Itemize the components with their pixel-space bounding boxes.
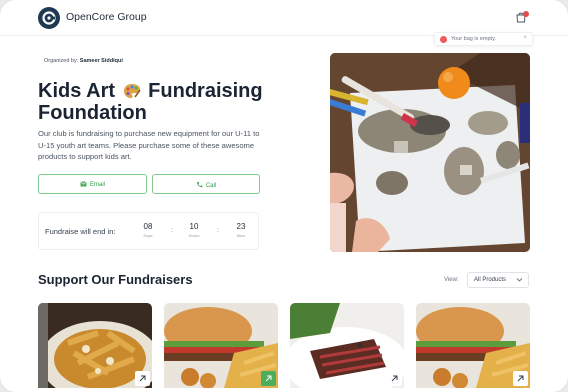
timer-mins: 23 Mins bbox=[229, 219, 253, 244]
bag-notification-dot bbox=[523, 11, 529, 17]
timer-separator: : bbox=[217, 227, 219, 234]
email-button[interactable]: Email bbox=[38, 174, 147, 194]
call-button[interactable]: Call bbox=[152, 174, 260, 194]
open-product-button[interactable] bbox=[261, 371, 276, 386]
fundraiser-description: Our club is fundraising to purchase new … bbox=[38, 129, 260, 161]
page-title: Kids Art Fundraising Foundation bbox=[38, 80, 298, 124]
timer-hours: 10 Hours bbox=[182, 219, 206, 244]
view-filter-select[interactable]: All Products bbox=[467, 272, 529, 288]
timer-days: 08 Days bbox=[136, 219, 160, 244]
timer-separator: : bbox=[171, 227, 173, 234]
close-icon[interactable]: × bbox=[523, 35, 527, 41]
mail-icon bbox=[80, 181, 87, 187]
timer-hours-label: Hours bbox=[188, 233, 200, 238]
arrow-up-right-icon bbox=[391, 375, 398, 382]
empty-bag-toast: Your bag is empty. × bbox=[434, 32, 533, 46]
timer-days-value: 08 bbox=[143, 222, 153, 231]
timer-days-label: Days bbox=[143, 233, 153, 238]
toast-message: Your bag is empty. bbox=[451, 36, 496, 42]
hero-image-painted-rocks bbox=[330, 53, 530, 252]
open-product-button[interactable] bbox=[513, 371, 528, 386]
timer-hours-value: 10 bbox=[189, 222, 199, 231]
timer-mins-value: 23 bbox=[236, 222, 246, 231]
section-title: Support Our Fundraisers bbox=[38, 272, 193, 287]
organizer-line: Organized by: Sameer Siddiqui bbox=[44, 58, 123, 64]
product-card[interactable] bbox=[164, 303, 278, 388]
email-label: Email bbox=[89, 182, 105, 188]
timer-label: Fundraise will end in: bbox=[45, 227, 116, 236]
product-card[interactable] bbox=[38, 303, 152, 388]
title-part-1: Kids Art bbox=[38, 80, 116, 102]
organizer-name: Sameer Siddiqui bbox=[79, 58, 123, 64]
open-product-button[interactable] bbox=[135, 371, 150, 386]
artist-palette-icon bbox=[123, 82, 141, 98]
product-card[interactable] bbox=[416, 303, 530, 388]
countdown-timer: Fundraise will end in: 08 Days : 10 Hour… bbox=[38, 212, 259, 250]
alert-icon bbox=[440, 36, 447, 43]
timer-mins-label: Mins bbox=[236, 233, 246, 238]
brand-name[interactable]: OpenCore Group bbox=[66, 11, 147, 23]
view-select-value: All Products bbox=[474, 277, 507, 283]
call-label: Call bbox=[205, 183, 217, 189]
organizer-prefix: Organized by: bbox=[44, 58, 79, 64]
opencore-logo-icon[interactable] bbox=[38, 7, 60, 29]
app-window: OpenCore Group Your bag is empty. × Orga… bbox=[0, 0, 568, 392]
arrow-up-right-icon bbox=[517, 375, 524, 382]
top-nav: OpenCore Group bbox=[0, 0, 568, 36]
arrow-up-right-icon bbox=[139, 375, 146, 382]
chevron-down-icon bbox=[516, 278, 523, 282]
product-card[interactable] bbox=[290, 303, 404, 388]
open-product-button[interactable] bbox=[387, 371, 402, 386]
arrow-up-right-icon bbox=[265, 375, 272, 382]
view-label: View: bbox=[444, 277, 459, 283]
phone-icon bbox=[196, 181, 203, 188]
